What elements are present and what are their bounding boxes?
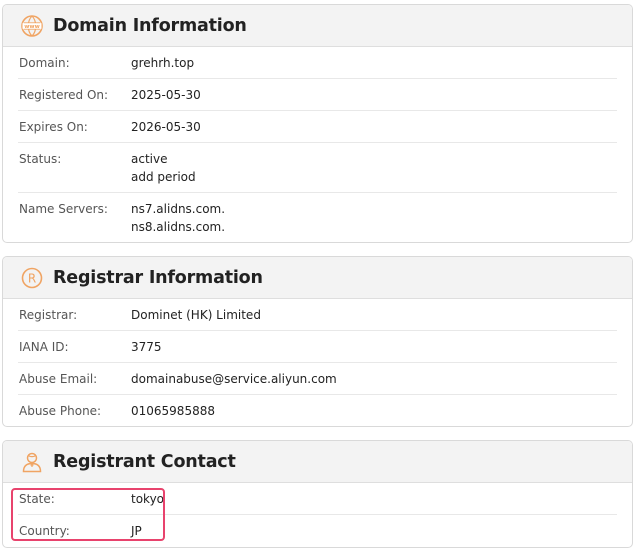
- registered-on-value: 2025-05-30: [131, 88, 201, 102]
- expires-on-row: Expires On: 2026-05-30: [18, 111, 617, 143]
- state-label: State:: [19, 492, 55, 506]
- www-globe-icon: www: [19, 13, 45, 39]
- state-row: State: tokyo: [18, 483, 617, 515]
- person-icon: [19, 449, 45, 475]
- expires-on-value: 2026-05-30: [131, 120, 201, 134]
- domain-value: grehrh.top: [131, 56, 195, 70]
- registered-icon: R: [19, 265, 45, 291]
- abuse-email-value: domainabuse@service.aliyun.com: [131, 372, 337, 386]
- registrant-contact-header: Registrant Contact: [3, 441, 632, 483]
- abuse-phone-row: Abuse Phone: 01065985888: [18, 395, 617, 426]
- svg-text:www: www: [24, 24, 40, 30]
- registrar-information-header: R Registrar Information: [3, 257, 632, 299]
- status-row: Status: active add period: [18, 143, 617, 193]
- abuse-email-row: Abuse Email: domainabuse@service.aliyun.…: [18, 363, 617, 395]
- country-row: Country: JP: [18, 515, 617, 546]
- abuse-phone-value: 01065985888: [131, 404, 215, 418]
- abuse-phone-label: Abuse Phone:: [19, 404, 102, 418]
- status-value-1: active: [131, 152, 168, 166]
- registrar-label: Registrar:: [19, 308, 78, 322]
- domain-information-title: Domain Information: [53, 15, 247, 36]
- name-servers-row: Name Servers: ns7.alidns.com. ns8.alidns…: [18, 193, 617, 242]
- abuse-email-label: Abuse Email:: [19, 372, 98, 386]
- domain-row: Domain: grehrh.top: [18, 47, 617, 79]
- registrar-information-card: R Registrar Information Registrar: Domin…: [2, 256, 633, 427]
- registered-on-label: Registered On:: [19, 88, 109, 102]
- iana-id-label: IANA ID:: [19, 340, 69, 354]
- expires-on-label: Expires On:: [19, 120, 88, 134]
- iana-id-row: IANA ID: 3775: [18, 331, 617, 363]
- registrar-row: Registrar: Dominet (HK) Limited: [18, 299, 617, 331]
- registrar-information-title: Registrar Information: [53, 267, 263, 288]
- country-label: Country:: [19, 524, 70, 538]
- domain-label: Domain:: [19, 56, 70, 70]
- registrant-contact-card: Registrant Contact State: tokyo Country:…: [2, 440, 633, 548]
- status-value-2: add period: [131, 170, 196, 184]
- domain-information-header: www Domain Information: [3, 5, 632, 47]
- country-value: JP: [131, 524, 142, 538]
- domain-information-card: www Domain Information Domain: grehrh.to…: [2, 4, 633, 243]
- registrar-value: Dominet (HK) Limited: [131, 308, 261, 322]
- name-server-2: ns8.alidns.com.: [131, 220, 226, 234]
- status-label: Status:: [19, 152, 62, 166]
- iana-id-value: 3775: [131, 340, 162, 354]
- registered-on-row: Registered On: 2025-05-30: [18, 79, 617, 111]
- state-value: tokyo: [131, 492, 165, 506]
- name-server-1: ns7.alidns.com.: [131, 202, 226, 216]
- registrant-contact-title: Registrant Contact: [53, 451, 236, 472]
- name-servers-label: Name Servers:: [19, 202, 108, 216]
- svg-text:R: R: [28, 271, 36, 285]
